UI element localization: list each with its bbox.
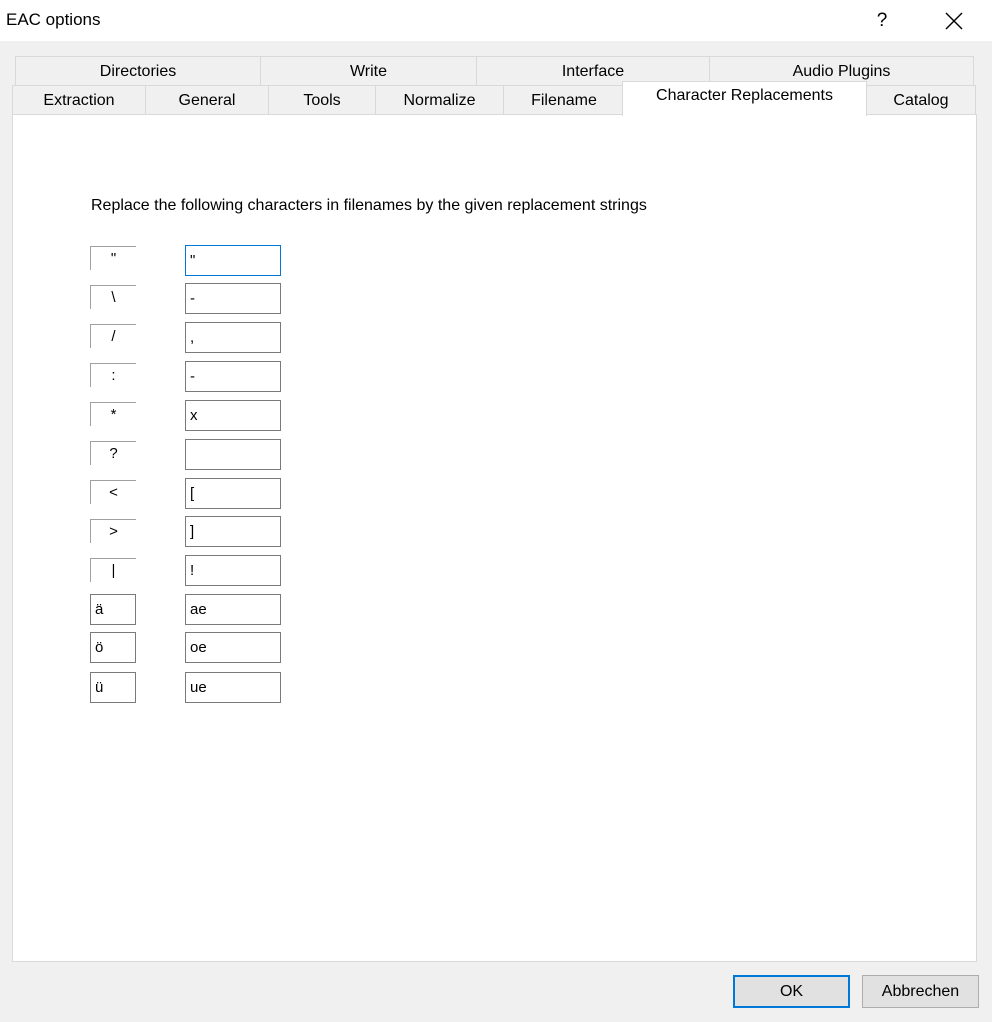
- char-label-question-mark: ?: [90, 441, 136, 465]
- replacement-input-backslash[interactable]: [185, 283, 281, 314]
- tab-normalize[interactable]: Normalize: [375, 85, 504, 115]
- title-bar: EAC options ?: [0, 0, 992, 41]
- character-replacements-panel: Replace the following characters in file…: [12, 114, 977, 962]
- ok-button[interactable]: OK: [733, 975, 850, 1008]
- replacement-input-double-quote[interactable]: [185, 245, 281, 276]
- replacement-input-greater-than[interactable]: [185, 516, 281, 547]
- replacement-input-question-mark[interactable]: [185, 439, 281, 470]
- char-label-backslash: \: [90, 285, 136, 309]
- char-input-a-umlaut[interactable]: ä: [90, 594, 136, 625]
- tab-write[interactable]: Write: [260, 56, 477, 86]
- replacement-input-pipe[interactable]: [185, 555, 281, 586]
- char-label-pipe: |: [90, 558, 136, 582]
- tab-general[interactable]: General: [145, 85, 269, 115]
- char-label-asterisk: *: [90, 402, 136, 426]
- replacement-input-u-umlaut[interactable]: [185, 672, 281, 703]
- close-button[interactable]: [932, 4, 976, 38]
- help-button[interactable]: ?: [862, 4, 902, 38]
- cancel-button[interactable]: Abbrechen: [862, 975, 979, 1008]
- char-label-slash: /: [90, 324, 136, 348]
- char-input-o-umlaut[interactable]: ö: [90, 632, 136, 663]
- char-label-colon: :: [90, 363, 136, 387]
- tab-directories[interactable]: Directories: [15, 56, 261, 86]
- replacement-input-o-umlaut[interactable]: [185, 632, 281, 663]
- char-label-less-than: <: [90, 480, 136, 504]
- close-icon: [945, 12, 963, 30]
- tab-catalog[interactable]: Catalog: [866, 85, 976, 115]
- tab-tools[interactable]: Tools: [268, 85, 376, 115]
- instruction-label: Replace the following characters in file…: [91, 197, 647, 214]
- tab-extraction[interactable]: Extraction: [12, 85, 146, 115]
- replacement-input-asterisk[interactable]: [185, 400, 281, 431]
- char-label-double-quote: ": [90, 246, 136, 270]
- replacement-input-less-than[interactable]: [185, 478, 281, 509]
- tab-character-replacements[interactable]: Character Replacements: [622, 81, 867, 116]
- window-title: EAC options: [6, 10, 101, 29]
- replacement-input-slash[interactable]: [185, 322, 281, 353]
- char-input-u-umlaut[interactable]: ü: [90, 672, 136, 703]
- char-label-greater-than: >: [90, 519, 136, 543]
- tab-filename[interactable]: Filename: [503, 85, 625, 115]
- replacement-input-colon[interactable]: [185, 361, 281, 392]
- replacement-input-a-umlaut[interactable]: [185, 594, 281, 625]
